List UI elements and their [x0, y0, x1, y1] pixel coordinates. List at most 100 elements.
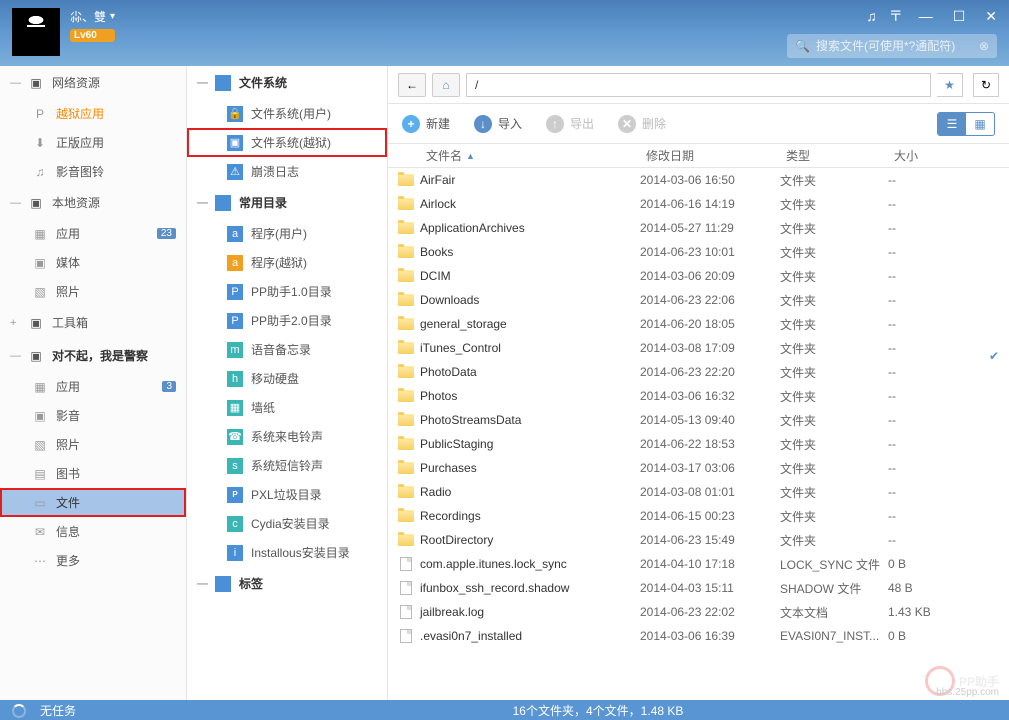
sidebar-item[interactable]: ⬇正版应用 — [0, 128, 186, 157]
file-row[interactable]: general_storage2014-06-20 18:05文件夹-- — [388, 312, 1009, 336]
sidebar-section-header[interactable]: +▣工具箱 — [0, 306, 186, 339]
col-type[interactable]: 类型 — [778, 147, 886, 164]
sidebar-section-header[interactable]: —▣本地资源 — [0, 186, 186, 219]
home-button[interactable]: ⌂ — [432, 73, 460, 97]
sidebar-item[interactable]: ▣媒体 — [0, 248, 186, 277]
file-date: 2014-06-22 18:53 — [640, 437, 780, 451]
new-button[interactable]: +新建 — [402, 115, 450, 133]
tree-item-icon: 🔒 — [227, 106, 243, 122]
clear-icon[interactable]: ⊗ — [979, 39, 989, 53]
tree-item[interactable]: ⚠崩溃日志 — [187, 157, 387, 186]
file-row[interactable]: Recordings2014-06-15 00:23文件夹-- — [388, 504, 1009, 528]
file-row[interactable]: Photos2014-03-06 16:32文件夹-- — [388, 384, 1009, 408]
col-size[interactable]: 大小 — [886, 147, 966, 164]
close-button[interactable]: ✕ — [981, 8, 1001, 25]
sidebar-item[interactable]: ⋯更多 — [0, 546, 186, 575]
file-row[interactable]: com.apple.itunes.lock_sync2014-04-10 17:… — [388, 552, 1009, 576]
tree-item[interactable]: PPP助手1.0目录 — [187, 277, 387, 306]
list-view-button[interactable]: ☰ — [938, 113, 966, 135]
col-name[interactable]: 文件名▲ — [418, 147, 638, 164]
tree-item[interactable]: iInstallous安装目录 — [187, 538, 387, 567]
file-row[interactable]: ApplicationArchives2014-05-27 11:29文件夹-- — [388, 216, 1009, 240]
search-input[interactable] — [816, 39, 979, 53]
tree-item-label: 崩溃日志 — [251, 163, 299, 180]
file-row[interactable]: DCIM2014-03-06 20:09文件夹-- — [388, 264, 1009, 288]
path-input[interactable]: / — [466, 73, 931, 97]
book-icon: ▤ — [32, 466, 48, 482]
col-date[interactable]: 修改日期 — [638, 147, 778, 164]
file-row[interactable]: PhotoData2014-06-23 22:20文件夹-- — [388, 360, 1009, 384]
sidebar-section-header[interactable]: —▣网络资源 — [0, 66, 186, 99]
file-row[interactable]: PhotoStreamsData2014-05-13 09:40文件夹-- — [388, 408, 1009, 432]
avatar[interactable] — [12, 8, 60, 56]
file-type: 文件夹 — [780, 292, 888, 309]
sidebar-item[interactable]: ▣影音 — [0, 401, 186, 430]
toggle-icon: — — [10, 350, 20, 362]
sidebar-item[interactable]: ▧照片 — [0, 277, 186, 306]
export-button[interactable]: ↑导出 — [546, 115, 594, 133]
file-name: Downloads — [420, 293, 640, 307]
file-row[interactable]: ifunbox_ssh_record.shadow2014-04-03 15:1… — [388, 576, 1009, 600]
file-type: 文件夹 — [780, 460, 888, 477]
tree-item-label: 语音备忘录 — [251, 341, 311, 358]
tree-item[interactable]: h移动硬盘 — [187, 364, 387, 393]
sidebar-item[interactable]: ▦应用3 — [0, 372, 186, 401]
tree-group-header[interactable]: —常用目录 — [187, 186, 387, 219]
search-box[interactable]: 🔍 ⊗ — [787, 34, 997, 58]
delete-button[interactable]: ✕删除 — [618, 115, 666, 133]
sidebar-item-label: 照片 — [56, 436, 80, 453]
tree-item[interactable]: m语音备忘录 — [187, 335, 387, 364]
file-row[interactable]: .evasi0n7_installed2014-03-06 16:39EVASI… — [388, 624, 1009, 648]
file-row[interactable]: iTunes_Control2014-03-08 17:09文件夹-- — [388, 336, 1009, 360]
tree-item[interactable]: ▣文件系统(越狱) — [187, 128, 387, 157]
sidebar-item[interactable]: ♫影音图铃 — [0, 157, 186, 186]
import-button[interactable]: ↓导入 — [474, 115, 522, 133]
group-title: 标签 — [239, 575, 263, 592]
tree-item-icon: s — [227, 458, 243, 474]
file-row[interactable]: Airlock2014-06-16 14:19文件夹-- — [388, 192, 1009, 216]
dropdown-icon[interactable]: ▾ — [110, 11, 115, 22]
refresh-button[interactable]: ↻ — [973, 73, 999, 97]
tree-group-header[interactable]: —文件系统 — [187, 66, 387, 99]
tree-item[interactable]: PPXL垃圾目录 — [187, 480, 387, 509]
sidebar-item[interactable]: ▧照片 — [0, 430, 186, 459]
minimize-button[interactable]: — — [915, 8, 937, 24]
tree-item[interactable]: ▦墙纸 — [187, 393, 387, 422]
back-button[interactable]: ← — [398, 73, 426, 97]
tree-item[interactable]: 🔒文件系统(用户) — [187, 99, 387, 128]
sidebar-item[interactable]: ▭文件 — [0, 488, 186, 517]
section-icon: ▣ — [28, 315, 44, 331]
tree-item[interactable]: cCydia安装目录 — [187, 509, 387, 538]
spinner-icon — [12, 704, 26, 718]
tree-item[interactable]: a程序(越狱) — [187, 248, 387, 277]
file-row[interactable]: Books2014-06-23 10:01文件夹-- — [388, 240, 1009, 264]
sidebar-section-header[interactable]: —▣对不起，我是警察✔ — [0, 339, 186, 372]
file-row[interactable]: RootDirectory2014-06-23 15:49文件夹-- — [388, 528, 1009, 552]
tree-item[interactable]: PPP助手2.0目录 — [187, 306, 387, 335]
file-row[interactable]: Purchases2014-03-17 03:06文件夹-- — [388, 456, 1009, 480]
file-name: RootDirectory — [420, 533, 640, 547]
file-type: EVASI0N7_INST... — [780, 629, 888, 643]
file-row[interactable]: jailbreak.log2014-06-23 22:02文本文档1.43 KB — [388, 600, 1009, 624]
tree-item[interactable]: ☎系统来电铃声 — [187, 422, 387, 451]
file-row[interactable]: Radio2014-03-08 01:01文件夹-- — [388, 480, 1009, 504]
file-row[interactable]: Downloads2014-06-23 22:06文件夹-- — [388, 288, 1009, 312]
tree-item[interactable]: s系统短信铃声 — [187, 451, 387, 480]
sidebar-item[interactable]: ✉信息 — [0, 517, 186, 546]
folder-icon — [398, 174, 414, 186]
tree-group-header[interactable]: —标签 — [187, 567, 387, 600]
file-row[interactable]: PublicStaging2014-06-22 18:53文件夹-- — [388, 432, 1009, 456]
grid-view-button[interactable]: ▦ — [966, 113, 994, 135]
sidebar-item[interactable]: ▤图书 — [0, 459, 186, 488]
file-type: 文件夹 — [780, 412, 888, 429]
maximize-button[interactable]: ☐ — [949, 8, 970, 25]
bookmark-button[interactable]: ★ — [937, 73, 963, 97]
sidebar-item[interactable]: P越狱应用 — [0, 99, 186, 128]
menu-icon[interactable]: 〒 — [889, 6, 903, 26]
tree-item[interactable]: a程序(用户) — [187, 219, 387, 248]
music-icon[interactable]: ♫ — [866, 8, 877, 24]
file-date: 2014-03-08 01:01 — [640, 485, 780, 499]
file-date: 2014-06-23 10:01 — [640, 245, 780, 259]
file-row[interactable]: AirFair2014-03-06 16:50文件夹-- — [388, 168, 1009, 192]
sidebar-item[interactable]: ▦应用23 — [0, 219, 186, 248]
